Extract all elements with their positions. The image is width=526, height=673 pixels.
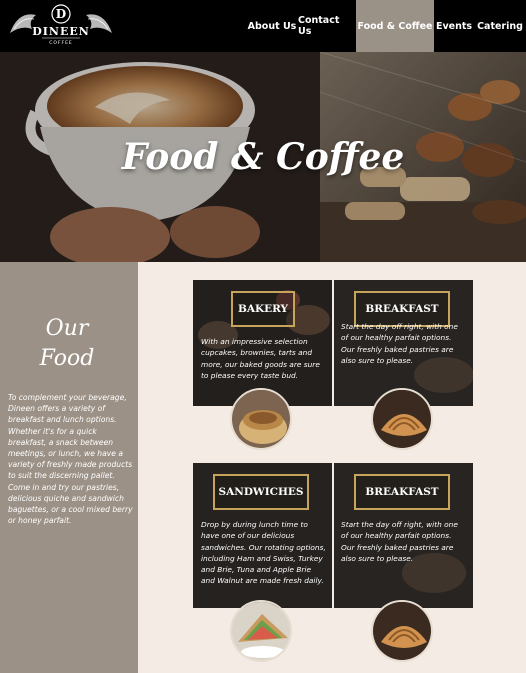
bakery-label: BAKERY [231, 291, 295, 327]
sandwiches-label: SANDWICHES [213, 474, 309, 510]
nav-catering[interactable]: Catering [474, 0, 526, 52]
brand-sub: COFFEE [49, 40, 73, 46]
svg-text:D: D [56, 7, 66, 21]
site-header: D DINEEN COFFEE About Us Contact Us Food… [0, 0, 526, 52]
breakfast-2-description: Start the day off right, with one of our… [341, 520, 458, 563]
nav-events[interactable]: Events [434, 0, 474, 52]
intro-panel: Our Food To complement your beverage, Di… [0, 262, 138, 673]
nav-food-coffee[interactable]: Food & Coffee [356, 0, 434, 52]
intro-title-line2: Food [39, 346, 95, 371]
bakery-description: With an impressive selection cupcakes, b… [201, 337, 320, 380]
breakfast-2-label: BREAKFAST [354, 474, 450, 510]
sandwiches-description: Drop by during lunch time to have one of… [201, 520, 326, 586]
breakfast-2-thumbnail [371, 600, 433, 662]
hero-title: Food & Coffee [121, 136, 405, 178]
bakery-thumbnail [230, 388, 292, 450]
card-breakfast-2[interactable]: BREAKFAST Start the day off right, with … [334, 463, 473, 608]
intro-title: Our Food [22, 314, 112, 374]
main-nav: About Us Contact Us Food & Coffee Events… [246, 0, 526, 52]
nav-about-us[interactable]: About Us [246, 0, 298, 52]
hero-banner: Food & Coffee [0, 52, 526, 262]
dineen-logo[interactable]: D DINEEN COFFEE [6, 3, 116, 47]
brand-name: DINEEN [32, 25, 90, 38]
nav-contact-us[interactable]: Contact Us [298, 0, 356, 52]
breakfast-thumbnail [371, 388, 433, 450]
breakfast-description: Start the day off right, with one of our… [341, 322, 458, 365]
intro-text: To complement your beverage, Dineen offe… [8, 393, 133, 526]
card-sandwiches[interactable]: SANDWICHES Drop by during lunch time to … [193, 463, 332, 608]
intro-title-line1: Our [45, 316, 89, 341]
sandwiches-thumbnail [230, 600, 292, 662]
